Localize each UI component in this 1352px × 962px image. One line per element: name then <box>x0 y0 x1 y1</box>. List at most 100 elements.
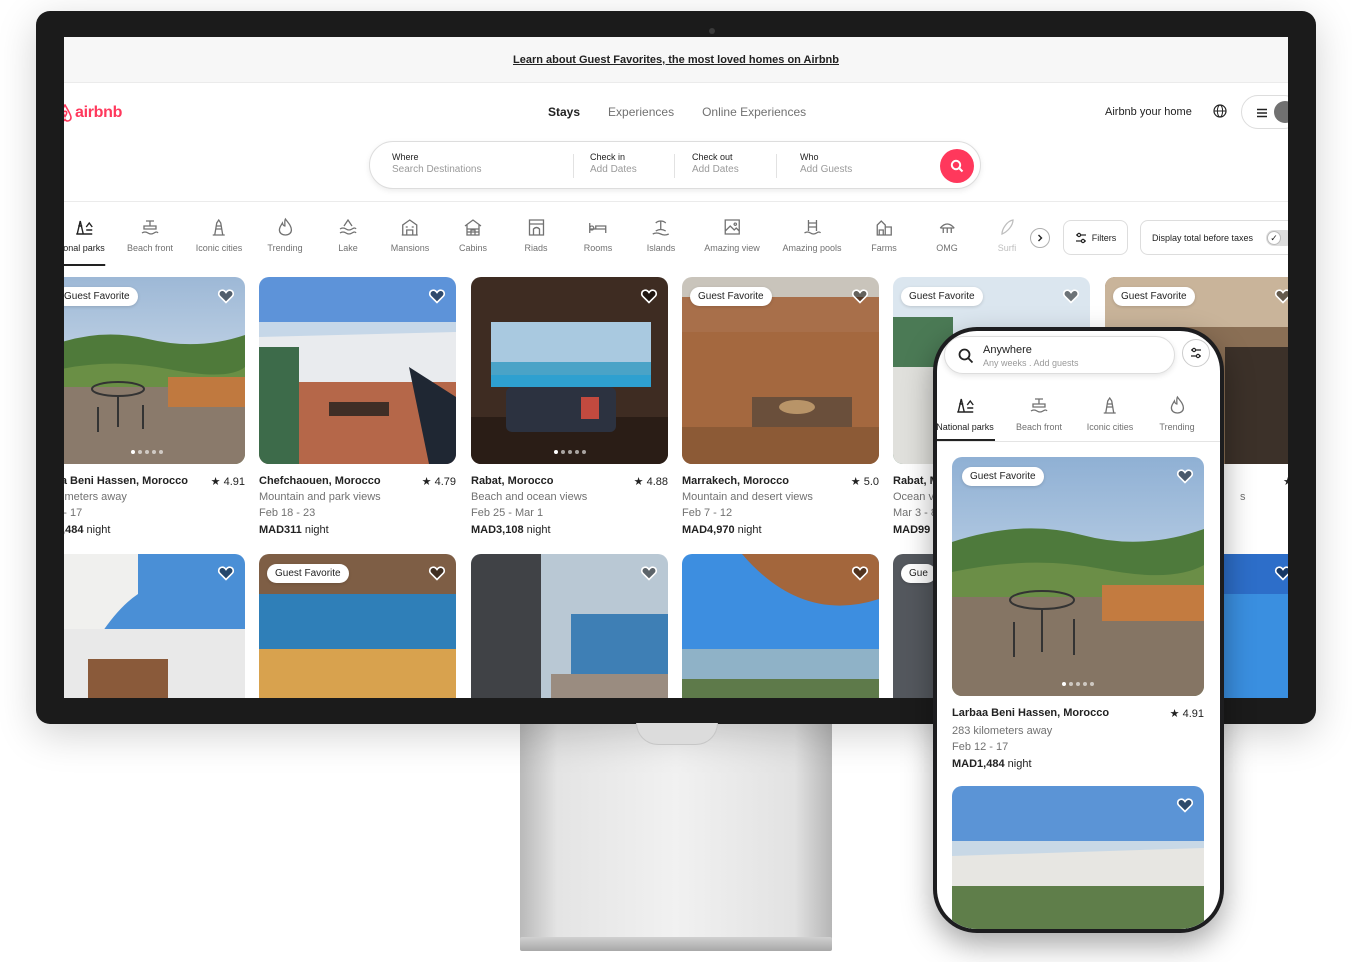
phone-search-bar[interactable]: Anywhere Any weeks . Add guests <box>944 336 1175 374</box>
category-amazing-view[interactable]: Amazing view <box>704 217 760 267</box>
heart-icon[interactable] <box>1274 287 1288 305</box>
phone-screen: Anywhere Any weeks . Add guests National… <box>937 331 1220 929</box>
listing-detail: Mountain and park views <box>259 491 381 503</box>
phone-frame: Anywhere Any weeks . Add guests National… <box>933 327 1224 933</box>
islands-icon <box>652 220 670 236</box>
host-link[interactable]: Airbnb your home <box>1105 106 1192 118</box>
listing-dates: Feb 25 - Mar 1 <box>471 507 544 519</box>
listing-photo[interactable]: Guest Favorite <box>259 554 456 698</box>
tab-stays[interactable]: Stays <box>548 105 580 119</box>
category-label: onal parks <box>64 243 105 253</box>
category-iconic-cities[interactable]: Iconic cities <box>196 217 242 267</box>
filters-button[interactable]: Filters <box>1063 220 1128 255</box>
heart-icon[interactable] <box>217 287 235 305</box>
phone-filter-button[interactable] <box>1182 339 1210 367</box>
category-amazing-pools[interactable]: Amazing pools <box>782 217 842 267</box>
airbnb-logo[interactable]: airbnb <box>64 104 122 122</box>
listing-photo-image <box>471 554 668 698</box>
category-trending[interactable]: Trending <box>267 217 303 267</box>
category-lake[interactable]: Lake <box>338 217 358 267</box>
heart-icon[interactable] <box>1062 287 1080 305</box>
who-label: Who <box>800 152 819 162</box>
where-input[interactable]: Search Destinations <box>392 164 482 175</box>
price-unit: night <box>526 524 551 536</box>
heart-icon[interactable] <box>428 287 446 305</box>
category-label: Farms <box>871 243 897 253</box>
listing-photo[interactable] <box>259 277 456 464</box>
checkout-input[interactable]: Add Dates <box>692 164 739 175</box>
guest-favorite-badge: Guest Favorite <box>962 467 1044 486</box>
heart-icon[interactable] <box>428 564 446 582</box>
phone-listing-price: MAD1,484 night <box>952 758 1032 770</box>
category-riads[interactable]: Riads <box>524 217 548 267</box>
checkout-field[interactable]: Check out Add Dates <box>692 152 739 175</box>
price-amount: MAD3,108 <box>471 524 524 536</box>
where-field[interactable]: Where Search Destinations <box>392 152 482 175</box>
price-amount: MAD4,970 <box>682 524 735 536</box>
omg-icon <box>939 223 955 233</box>
price-amount: MAD311 <box>259 524 302 536</box>
listing-title: Chefchaouen, Morocco <box>259 475 381 487</box>
filters-icon <box>1191 347 1201 359</box>
phone-divider <box>937 441 1220 442</box>
listing-price: MAD4,970 night <box>682 524 762 536</box>
category-cabins[interactable]: Cabins <box>459 217 487 267</box>
category-rooms[interactable]: Rooms <box>584 217 612 267</box>
search-button[interactable] <box>940 149 974 183</box>
listing-title: Rabat, M <box>893 475 939 487</box>
phone-category-trending[interactable]: Trending <box>1159 395 1195 432</box>
amazing-view-icon <box>724 219 740 235</box>
category-label: Lake <box>338 243 358 253</box>
checkin-field[interactable]: Check in Add Dates <box>590 152 637 175</box>
heart-icon[interactable] <box>640 287 658 305</box>
listing-dates: Feb 18 - 23 <box>259 507 316 519</box>
who-field[interactable]: Who Add Guests <box>800 152 852 175</box>
listing-rating: ★ 4 <box>1282 476 1288 488</box>
category-national-parks[interactable]: onal parks <box>64 217 105 267</box>
heart-icon[interactable] <box>640 564 658 582</box>
heart-icon[interactable] <box>1176 467 1194 485</box>
heart-icon[interactable] <box>851 287 869 305</box>
category-beach-front[interactable]: Beach front <box>127 217 173 267</box>
listing-photo[interactable] <box>471 554 668 698</box>
phone-category-label: Trending <box>1159 422 1195 432</box>
category-surfing[interactable]: Surfi <box>997 217 1017 267</box>
price-amount: MAD1,484 <box>952 758 1005 770</box>
trending-icon <box>1170 395 1184 414</box>
phone-category-iconic-cities[interactable]: Iconic cities <box>1087 395 1133 432</box>
category-mansions[interactable]: Mansions <box>391 217 429 267</box>
phone-category-national-parks[interactable]: National parks <box>937 395 994 432</box>
who-input[interactable]: Add Guests <box>800 164 852 175</box>
globe-icon[interactable] <box>1213 104 1227 118</box>
national-parks-icon <box>76 220 93 235</box>
heart-icon[interactable] <box>851 564 869 582</box>
heart-icon[interactable] <box>1274 564 1288 582</box>
user-menu-button[interactable] <box>1241 95 1288 129</box>
listing-photo[interactable] <box>682 554 879 698</box>
guest-favorites-link[interactable]: Learn about Guest Favorites, the most lo… <box>513 54 839 66</box>
listing-photo[interactable] <box>471 277 668 464</box>
listing-photo[interactable] <box>64 554 245 698</box>
heart-icon[interactable] <box>1176 796 1194 814</box>
phone-listing-photo[interactable] <box>952 786 1204 929</box>
taxes-switch[interactable]: ✓ <box>1266 230 1288 246</box>
listing-photo[interactable]: Guest Favorite <box>64 277 245 464</box>
category-islands[interactable]: Islands <box>647 217 675 267</box>
phone-listing-photo[interactable]: Guest Favorite <box>952 457 1204 696</box>
category-omg[interactable]: OMG <box>936 217 958 267</box>
display-total-toggle[interactable]: Display total before taxes ✓ <box>1140 220 1288 255</box>
cabins-icon <box>464 219 482 236</box>
tab-online-experiences[interactable]: Online Experiences <box>702 105 806 119</box>
category-next-button[interactable] <box>1030 228 1050 248</box>
listing-dates: Mar 3 - 8 <box>893 507 938 519</box>
heart-icon[interactable] <box>217 564 235 582</box>
tab-experiences[interactable]: Experiences <box>608 105 674 119</box>
phone-category-label: Beach front <box>1015 422 1063 432</box>
brand-name: airbnb <box>75 104 123 121</box>
search-divider <box>573 154 574 178</box>
phone-category-beach-front[interactable]: Beach front <box>1016 395 1062 432</box>
category-farms[interactable]: Farms <box>871 217 897 267</box>
listing-photo[interactable]: Guest Favorite <box>682 277 879 464</box>
trending-icon <box>278 217 292 236</box>
checkin-input[interactable]: Add Dates <box>590 164 637 175</box>
